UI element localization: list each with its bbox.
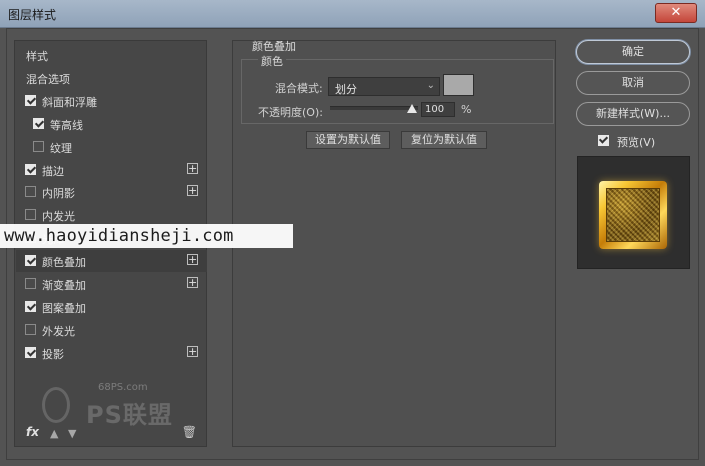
plus-icon[interactable]: + <box>187 185 198 197</box>
sidebar-item[interactable]: 外发光 <box>16 319 207 341</box>
sidebar-item-label: 内阴影 <box>42 187 75 201</box>
sidebar-item[interactable]: 渐变叠加 + <box>16 273 207 295</box>
sidebar-item[interactable]: 混合选项 <box>16 67 207 89</box>
sidebar-item[interactable]: 内发光 <box>16 204 207 226</box>
opacity-input[interactable]: 100 <box>421 102 455 117</box>
color-swatch[interactable] <box>443 74 474 96</box>
sidebar-item-label: 等高线 <box>50 118 83 132</box>
opacity-unit: % <box>461 103 472 116</box>
gold-texture-preview <box>606 188 660 242</box>
sidebar-item[interactable]: 投影 + <box>16 342 207 364</box>
blend-mode-select[interactable]: 划分 ⌄ <box>328 77 440 96</box>
cancel-button[interactable]: 取消 <box>576 71 690 95</box>
watermark-banner: www.haoyidiansheji.com <box>0 224 293 248</box>
sidebar-item-label: 渐变叠加 <box>42 279 86 292</box>
sidebar-item-checkbox[interactable] <box>25 255 36 267</box>
sidebar-item[interactable]: 纹理 <box>16 136 207 158</box>
preview-checkbox[interactable] <box>598 135 609 146</box>
sidebar-item-label: 内发光 <box>42 210 75 224</box>
watermark-text: www.haoyidiansheji.com <box>4 226 234 246</box>
sidebar-item-label: 外发光 <box>42 324 75 338</box>
sidebar-item[interactable]: 斜面和浮雕 <box>16 90 207 112</box>
chevron-down-icon: ⌄ <box>426 80 435 91</box>
sidebar-item-label: 混合选项 <box>26 72 70 86</box>
sidebar-item-checkbox[interactable] <box>25 278 36 289</box>
blend-mode-label: 混合模式: <box>275 82 323 95</box>
sidebar-item-checkbox[interactable] <box>33 117 44 129</box>
opacity-label: 不透明度(O): <box>258 106 323 119</box>
plus-icon[interactable]: + <box>187 345 198 357</box>
opacity-slider-thumb[interactable] <box>407 104 417 113</box>
reset-default-button[interactable]: 复位为默认值 <box>401 131 487 149</box>
close-icon: ✕ <box>670 5 682 20</box>
set-default-button[interactable]: 设置为默认值 <box>306 131 390 149</box>
section-title: 颜色叠加 <box>252 40 296 53</box>
title-bar: 图层样式 ✕ <box>0 0 705 28</box>
gold-frame-preview <box>599 181 667 249</box>
plus-icon[interactable]: + <box>187 162 198 174</box>
sidebar-item-label: 投影 <box>42 347 64 361</box>
sidebar-item-checkbox[interactable] <box>25 209 36 221</box>
preview-label: 预览(V) <box>617 136 656 149</box>
sidebar-item-checkbox[interactable] <box>25 94 36 106</box>
logo-brand-text: PS联盟 <box>86 401 173 429</box>
sidebar-item[interactable]: 内阴影 + <box>16 181 207 203</box>
plus-icon[interactable]: + <box>187 277 198 288</box>
group-title: 颜色 <box>258 53 286 69</box>
sidebar-item-checkbox[interactable] <box>25 163 36 175</box>
sidebar-item-label: 图案叠加 <box>42 301 86 315</box>
sidebar-item-label: 颜色叠加 <box>42 256 86 270</box>
sidebar-item-checkbox[interactable] <box>25 186 36 198</box>
sidebar-item-label: 描边 <box>42 164 64 178</box>
sidebar-item-checkbox[interactable] <box>25 300 36 312</box>
logo-site-text: 68PS.com <box>98 382 148 393</box>
sidebar-item-checkbox[interactable] <box>25 346 36 358</box>
ps-logo-mark <box>42 387 70 423</box>
sidebar-item-label: 斜面和浮雕 <box>42 95 97 109</box>
sidebar-item[interactable]: 颜色叠加 + <box>16 250 207 273</box>
sidebar-item-label: 样式 <box>26 50 48 63</box>
ok-button[interactable]: 确定 <box>576 40 690 64</box>
sidebar-item-checkbox[interactable] <box>33 140 44 152</box>
style-preview <box>577 156 690 269</box>
new-style-button[interactable]: 新建样式(W)... <box>576 102 690 126</box>
plus-icon[interactable]: + <box>187 254 198 266</box>
close-button[interactable]: ✕ <box>655 3 697 23</box>
sidebar-item[interactable]: 等高线 <box>16 113 207 135</box>
ps-logo-watermark: 68PS.com PS联盟 <box>38 379 188 429</box>
blend-mode-value: 划分 <box>335 83 357 96</box>
opacity-slider-track[interactable] <box>330 106 418 110</box>
sidebar-item-label: 纹理 <box>50 141 72 155</box>
window-title: 图层样式 <box>8 8 57 22</box>
sidebar-item[interactable]: 样式 <box>16 44 207 66</box>
sidebar-item-checkbox[interactable] <box>25 323 36 335</box>
sidebar-item[interactable]: 描边 + <box>16 159 207 181</box>
sidebar-item[interactable]: 图案叠加 <box>16 296 207 318</box>
